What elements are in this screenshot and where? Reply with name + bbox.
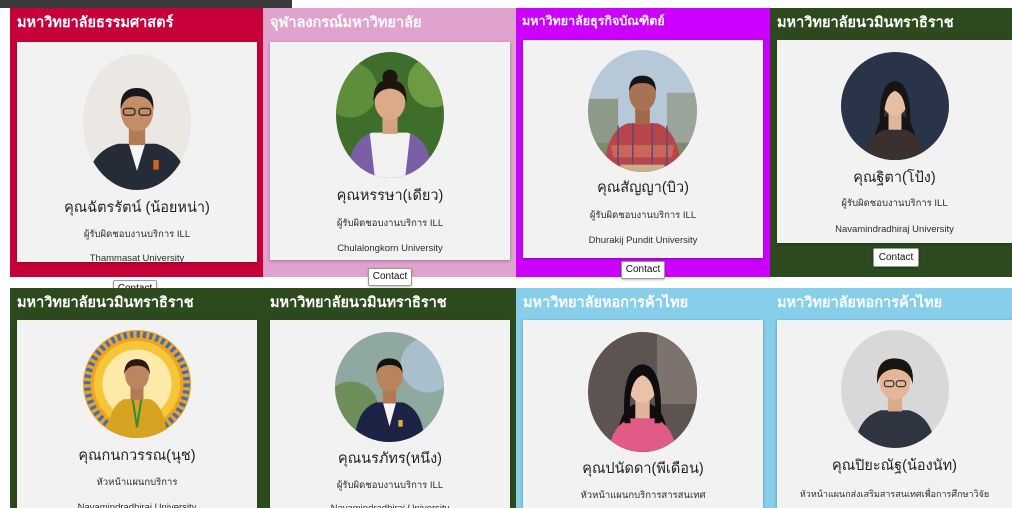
portrait-image (841, 330, 949, 448)
profile-photo (83, 54, 191, 190)
university-name: Thammasat University (89, 253, 185, 264)
top-bar (0, 0, 292, 8)
portrait-image (588, 332, 697, 452)
staff-name: คุณปนัดดา(พี่เดือน) (582, 461, 704, 477)
staff-card: คุณฉัตรรัตน์ (น้อยหน่า) ผู้รับผิดชอบงานบ… (17, 42, 257, 298)
staff-role: หัวหน้าแผนกส่งเสริมสารสนเทศเพื่อการศึกษา… (799, 489, 990, 499)
university-title: มหาวิทยาลัยธรรมศาสตร์ (17, 14, 174, 31)
portrait-image (841, 52, 949, 160)
university-title: จุฬาลงกรณ์มหาวิทยาลัย (270, 14, 422, 31)
university-name: Navamindradhiraj University (270, 503, 510, 508)
staff-name: คุณกนกวรรณ(นุช) (78, 448, 196, 464)
university-title: มหาวิทยาลัยนวมินทราธิราช (17, 294, 194, 311)
university-title: มหาวิทยาลัยหอการค้าไทย (523, 294, 689, 311)
profile-photo (335, 332, 444, 442)
staff-role: หัวหน้าแผนกบริการ (96, 477, 178, 488)
portrait-image (336, 52, 444, 178)
staff-name: คุณสัญญา(บิว) (597, 180, 689, 196)
staff-name: คุณฐิตา(โป้ง) (853, 170, 936, 186)
university-name: Dhurakij Pundit University (588, 235, 698, 246)
portrait-image (588, 50, 697, 172)
university-title: มหาวิทยาลัยธุรกิจบัณฑิตย์ (522, 13, 665, 28)
university-name: Navamindradhiraj University (835, 224, 954, 235)
staff-card: คุณปิยะณัฐ(น้องนัท) หัวหน้าแผนกส่งเสริมส… (777, 320, 1012, 508)
university-name: Chulalongkorn University (337, 243, 443, 254)
staff-role: หัวหน้าแผนกบริการสารสนเทศ (580, 490, 706, 501)
staff-role: ผู้รับผิดชอบงานบริการ ILL (336, 480, 444, 491)
staff-card: คุณหรรษา(เดียว) ผู้รับผิดชอบงานบริการ IL… (270, 42, 510, 286)
staff-role: ผู้รับผิดชอบงานบริการ ILL (83, 229, 191, 240)
portrait-image (83, 54, 191, 190)
staff-card: คุณสัญญา(บิว) ผู้รับผิดชอบงานบริการ ILL … (523, 40, 763, 279)
staff-name: คุณหรรษา(เดียว) (336, 188, 444, 204)
staff-card: คุณนรภัทร(หนึ่ง) ผู้รับผิดชอบงานบริการ I… (270, 320, 510, 508)
university-panel: มหาวิทยาลัยธุรกิจบัณฑิตย์ คุณสัญญา(บิว) … (516, 8, 770, 279)
university-title: มหาวิทยาลัยนวมินทราธิราช (270, 294, 447, 311)
staff-card: คุณกนกวรรณ(นุช) หัวหน้าแผนกบริการ Navami… (17, 320, 257, 508)
profile-photo (841, 330, 949, 448)
staff-role: ผู้รับผิดชอบงานบริการ ILL (841, 198, 948, 209)
university-panel: มหาวิทยาลัยหอการค้าไทย คุณปิยะณัฐ(น้องนั… (770, 288, 1012, 508)
university-panel: มหาวิทยาลัยหอการค้าไทย คุณปนัดดา(พี่เดือ… (516, 288, 770, 508)
university-title: มหาวิทยาลัยหอการค้าไทย (777, 294, 943, 311)
portrait-image (83, 330, 191, 438)
staff-role: ผู้รับผิดชอบงานบริการ ILL (589, 210, 697, 221)
university-panel: จุฬาลงกรณ์มหาวิทยาลัย คุณหรรษา(เดียว) ผู… (263, 8, 516, 286)
profile-photo (588, 50, 697, 172)
portrait-image (335, 332, 444, 442)
contact-button[interactable]: Contact (873, 248, 919, 267)
university-panel: มหาวิทยาลัยนวมินทราธิราช คุณฐิตา(โป้ง) ผ… (770, 8, 1012, 277)
staff-name: คุณปิยะณัฐ(น้องนัท) (832, 458, 957, 474)
staff-role: ผู้รับผิดชอบงานบริการ ILL (336, 218, 444, 229)
university-panel: มหาวิทยาลัยนวมินทราธิราช คุณนรภัทร(หนึ่ง… (263, 288, 516, 508)
profile-photo (83, 330, 191, 438)
staff-card: คุณปนัดดา(พี่เดือน) หัวหน้าแผนกบริการสาร… (523, 320, 763, 508)
staff-name: คุณนรภัทร(หนึ่ง) (338, 451, 442, 467)
staff-card: คุณฐิตา(โป้ง) ผู้รับผิดชอบงานบริการ ILL … (777, 40, 1012, 267)
university-panel: มหาวิทยาลัยนวมินทราธิราช คุณกนกวรรณ(นุช)… (10, 288, 263, 508)
university-panel: มหาวิทยาลัยธรรมศาสตร์ คุณฉัตรรัตน์ (น้อย… (10, 8, 263, 298)
profile-photo (336, 52, 444, 178)
contact-button[interactable]: Contact (621, 261, 665, 279)
university-title: มหาวิทยาลัยนวมินทราธิราช (777, 14, 954, 31)
university-name: Navamindradhiraj University (77, 502, 197, 508)
profile-photo (841, 52, 949, 160)
profile-photo (588, 332, 697, 452)
staff-name: คุณฉัตรรัตน์ (น้อยหน่า) (64, 200, 210, 216)
contact-button[interactable]: Contact (368, 268, 412, 286)
